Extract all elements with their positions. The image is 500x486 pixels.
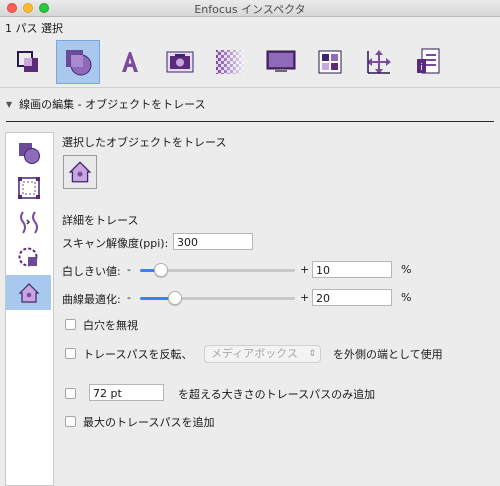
house-trace-icon [68, 161, 92, 183]
text-icon [122, 52, 138, 72]
camera-icon [166, 51, 194, 73]
vtab-round-corners[interactable] [6, 240, 51, 275]
slider-knob[interactable] [168, 291, 183, 305]
shape-edit-icon [18, 142, 40, 164]
vtab-bounding-box[interactable] [6, 170, 51, 205]
toolbar-text-button[interactable] [108, 40, 152, 84]
vtab-shapes[interactable] [6, 135, 51, 170]
window-title: Enfocus インスペクタ [194, 3, 306, 16]
section-header[interactable]: ▼ 線画の編集 - オブジェクトをトレース [6, 96, 206, 112]
reverse-suffix-label: を外側の端として使用 [333, 348, 443, 361]
toolbar-image-button[interactable] [158, 40, 202, 84]
disclosure-triangle-icon[interactable]: ▼ [6, 100, 12, 109]
toolbar-shapes-button[interactable] [56, 40, 100, 84]
house-trace-icon [18, 282, 39, 303]
toolbar-color-button[interactable] [308, 40, 352, 84]
curve-label: 曲線最適化: [62, 293, 121, 306]
toolbar-path-button[interactable] [6, 40, 50, 84]
toolbar-document-button[interactable]: i [406, 40, 450, 84]
detail-heading: 詳細をトレース [62, 214, 139, 227]
curve-field[interactable]: 20 [312, 289, 392, 306]
path-icon [17, 51, 38, 72]
curve-unit: % [401, 291, 412, 304]
toolbar-output-button[interactable] [259, 40, 303, 84]
bounding-box-icon [17, 176, 40, 199]
whiteness-plus: + [300, 263, 310, 276]
toolbar-divider [0, 87, 500, 88]
monitor-icon [266, 50, 296, 72]
whiteness-slider[interactable] [140, 262, 295, 278]
whiteness-unit: % [401, 263, 412, 276]
curve-minus: - [127, 291, 131, 304]
ignore-white-label: 白穴を無視 [83, 319, 138, 332]
toolbar-position-button[interactable] [357, 40, 401, 84]
min-size-checkbox[interactable] [65, 388, 76, 399]
curve-plus: + [300, 291, 310, 304]
reverse-checkbox[interactable] [65, 348, 76, 359]
dashed-circle-icon [18, 247, 37, 266]
section-divider [6, 121, 494, 122]
reverse-label: トレースパスを反転、 [83, 348, 193, 361]
wavy-curves-icon [19, 210, 38, 234]
whiteness-minus: - [127, 263, 131, 276]
whiteness-field[interactable]: 10 [312, 261, 392, 278]
svg-text:i: i [420, 63, 423, 73]
add-max-label: 最大のトレースパスを追加 [83, 416, 215, 429]
toolbar-transparency-button[interactable] [208, 40, 252, 84]
scan-resolution-label: スキャン解像度(ppi): [62, 237, 169, 250]
selection-count: 1 パス 選択 [5, 22, 63, 35]
trace-heading: 選択したオブジェクトをトレース [62, 136, 227, 149]
scan-resolution-field[interactable]: 300 [173, 233, 253, 250]
min-size-field[interactable]: 72 pt [89, 384, 164, 401]
move-icon [367, 50, 391, 74]
whiteness-label: 白しきい値: [62, 265, 121, 278]
min-size-label: を超える大きさのトレースパスのみ追加 [178, 388, 376, 401]
add-max-checkbox[interactable] [65, 416, 76, 427]
slider-knob[interactable] [154, 263, 169, 277]
box-dropdown-value: メディアボックス [211, 347, 298, 360]
transparency-icon [216, 50, 244, 74]
ignore-white-checkbox[interactable] [65, 319, 76, 330]
curve-slider[interactable] [140, 290, 295, 306]
updown-chevron-icon: ⇕ [308, 349, 316, 359]
color-grid-icon [318, 50, 342, 74]
title-bar: Enfocus インスペクタ [0, 0, 500, 17]
section-title: 線画の編集 - オブジェクトをトレース [19, 98, 206, 111]
vertical-tab-strip [5, 132, 54, 486]
vtab-trace[interactable] [6, 275, 51, 310]
vtab-curves[interactable] [6, 205, 51, 240]
document-info-icon: i [417, 48, 440, 74]
shapes-icon [66, 50, 92, 76]
traced-object-preview [63, 155, 97, 189]
inspector-toolbar: i [0, 38, 500, 86]
box-dropdown[interactable]: メディアボックス ⇕ [204, 345, 321, 363]
